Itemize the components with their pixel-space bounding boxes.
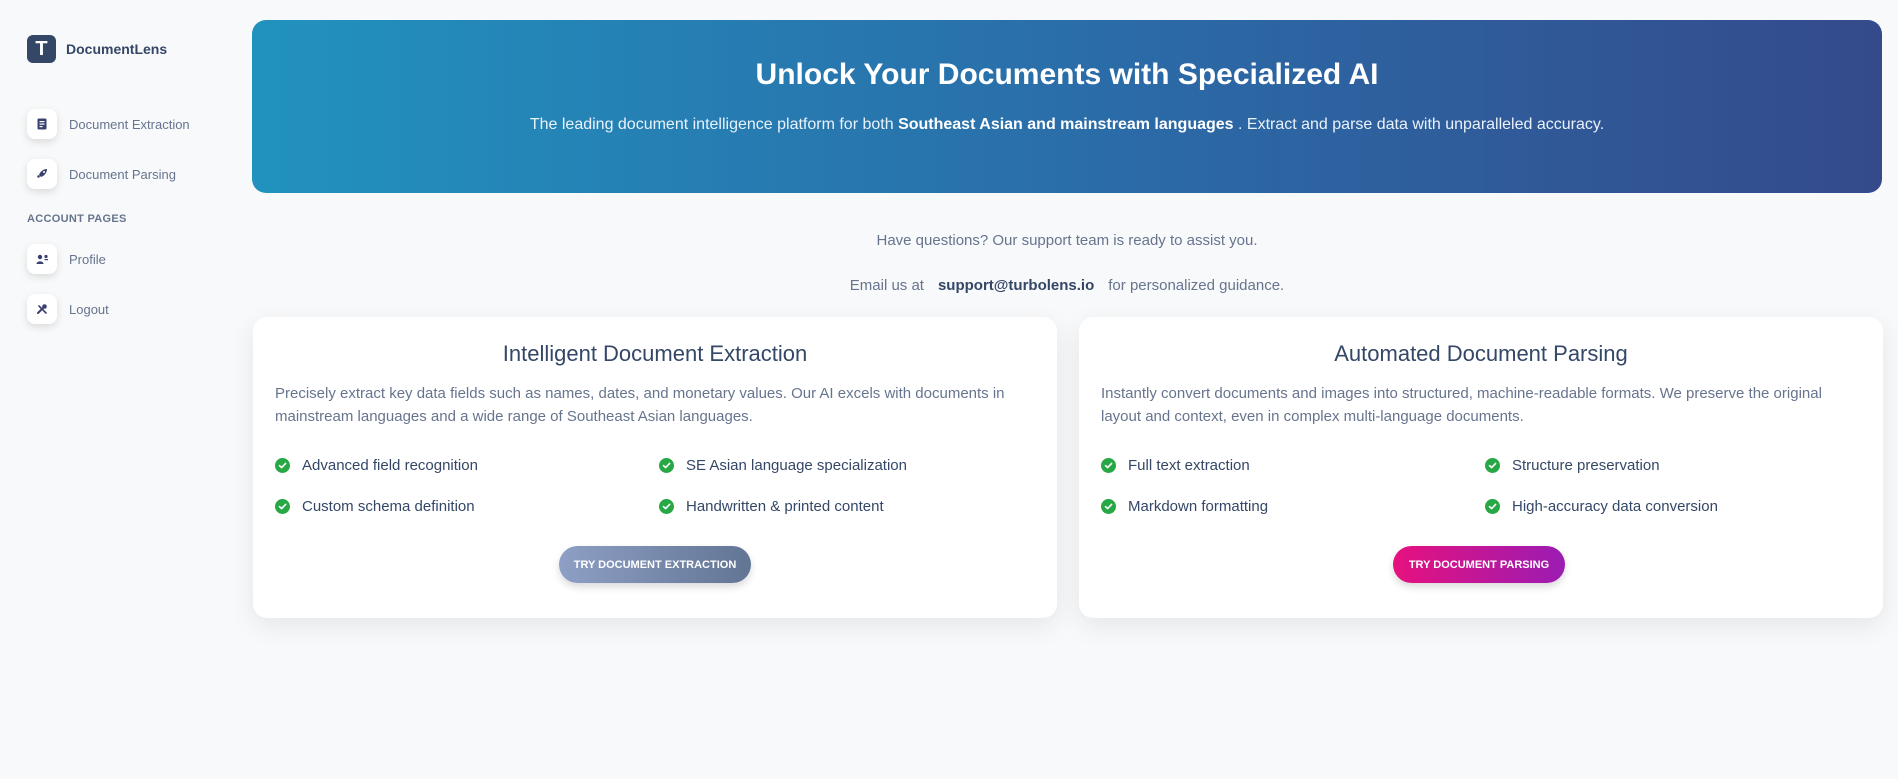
hero-subtitle-bold: Southeast Asian and mainstream languages (898, 116, 1234, 133)
feature-item: Advanced field recognition (275, 457, 478, 474)
check-circle-icon (275, 499, 290, 514)
check-circle-icon (1101, 499, 1116, 514)
feature-item: Structure preservation (1485, 457, 1660, 474)
tools-icon (27, 294, 57, 324)
support-email-line: Email us at support@turbolens.io for perso… (252, 277, 1882, 294)
feature-label: Full text extraction (1128, 457, 1250, 474)
extraction-card: Intelligent Document Extraction Precisel… (253, 317, 1057, 618)
sidebar-item-label: Document Parsing (69, 166, 176, 182)
check-circle-icon (275, 458, 290, 473)
try-document-parsing-button[interactable]: TRY DOCUMENT PARSING (1393, 546, 1565, 583)
user-icon (27, 244, 57, 274)
hero-subtitle-start: The leading document intelligence platfo… (529, 116, 899, 133)
feature-item: High-accuracy data conversion (1485, 498, 1718, 515)
sidebar-item-document-parsing[interactable]: Document Parsing (27, 159, 176, 189)
hero-subtitle-end: . Extract and parse data with unparallel… (1233, 116, 1605, 133)
feature-label: Advanced field recognition (302, 457, 478, 474)
card-title: Intelligent Document Extraction (502, 341, 808, 366)
brand-name: DocumentLens (66, 41, 168, 57)
card-description: Instantly convert documents and images i… (1101, 385, 1822, 425)
card-title: Automated Document Parsing (1334, 341, 1628, 366)
support-email-link[interactable]: support@turbolens.io (938, 277, 1094, 294)
sidebar-item-logout[interactable]: Logout (27, 294, 109, 324)
feature-item: Handwritten & printed content (659, 498, 884, 515)
feature-item: Custom schema definition (275, 498, 475, 515)
sidebar-item-label: Document Extraction (69, 116, 190, 132)
try-document-extraction-button[interactable]: TRY DOCUMENT EXTRACTION (559, 546, 751, 583)
feature-label: Handwritten & printed content (686, 498, 884, 515)
account-section-title: ACCOUNT PAGES (27, 213, 127, 225)
check-circle-icon (659, 458, 674, 473)
check-circle-icon (659, 499, 674, 514)
brand[interactable]: T DocumentLens (27, 35, 167, 63)
hero-title: Unlock Your Documents with Specialized A… (755, 58, 1379, 91)
check-circle-icon (1101, 458, 1116, 473)
sidebar-item-label: Profile (69, 251, 106, 267)
feature-label: Structure preservation (1512, 457, 1660, 474)
sidebar-item-document-extraction[interactable]: Document Extraction (27, 109, 190, 139)
feature-label: SE Asian language specialization (686, 457, 907, 474)
document-icon (27, 109, 57, 139)
check-circle-icon (1485, 458, 1500, 473)
feature-label: Markdown formatting (1128, 498, 1269, 515)
sidebar-item-profile[interactable]: Profile (27, 244, 106, 274)
feature-item: Markdown formatting (1101, 498, 1268, 515)
sidebar-item-label: Logout (69, 301, 109, 317)
hero-banner: Unlock Your Documents with Specialized A… (252, 20, 1882, 193)
parsing-card: Automated Document Parsing Instantly con… (1079, 317, 1883, 618)
sidebar: T DocumentLens Document Extraction Docum… (0, 0, 240, 779)
rocket-icon (27, 159, 57, 189)
check-circle-icon (1485, 499, 1500, 514)
feature-item: SE Asian language specialization (659, 457, 907, 474)
feature-item: Full text extraction (1101, 457, 1250, 474)
support-text: Have questions? Our support team is read… (876, 232, 1258, 249)
card-description: Precisely extract key data fields such a… (275, 385, 1005, 425)
feature-label: Custom schema definition (302, 498, 475, 515)
hero-subtitle: The leading document intelligence platfo… (252, 116, 1882, 134)
brand-logo: T (27, 35, 56, 63)
feature-label: High-accuracy data conversion (1512, 498, 1718, 515)
support-email-prefix: Email us at (849, 277, 924, 294)
support-email-suffix: for personalized guidance. (1108, 277, 1285, 294)
